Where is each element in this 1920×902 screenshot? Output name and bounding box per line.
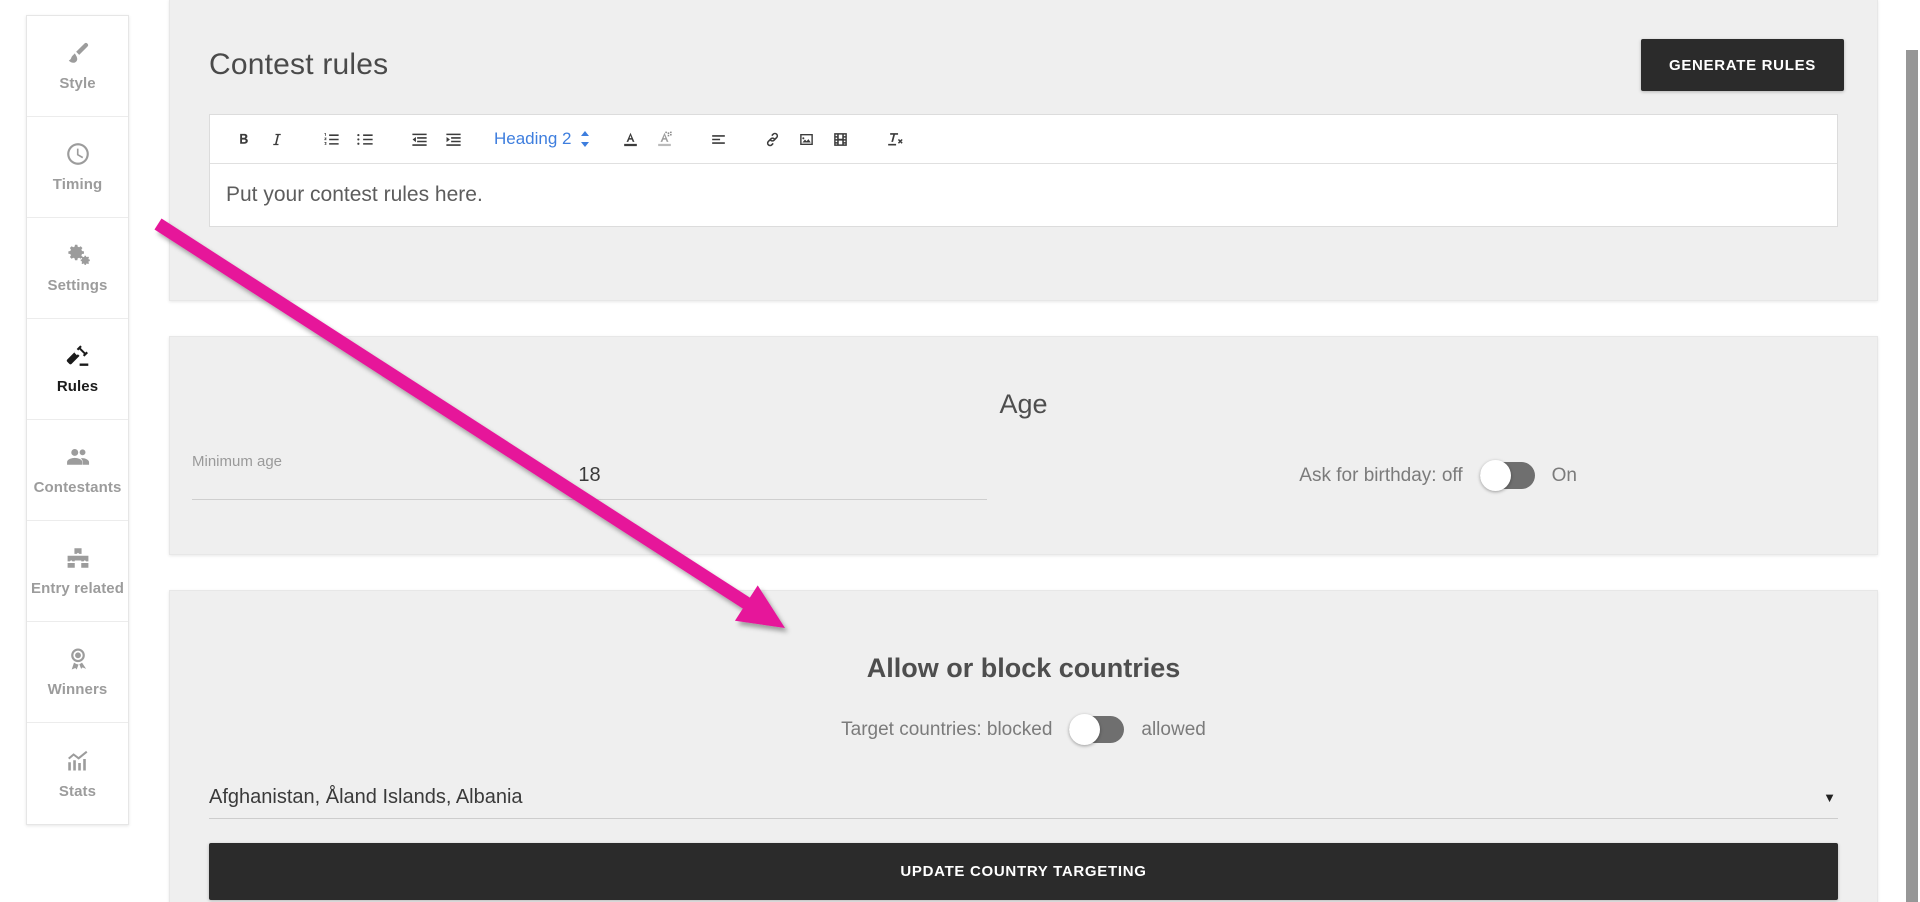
country-select-value: Afghanistan, Åland Islands, Albania (209, 786, 523, 808)
gavel-icon (65, 343, 91, 369)
sidebar-item-label: Entry related (31, 580, 124, 597)
countries-card: Allow or block countries Target countrie… (169, 590, 1878, 902)
chevron-down-icon: ▼ (1823, 790, 1836, 805)
award-icon (65, 646, 91, 672)
sidebar-item-settings[interactable]: Settings (27, 218, 128, 319)
link-icon[interactable] (756, 122, 790, 156)
ask-for-birthday-label: Ask for birthday: off (1299, 464, 1463, 486)
sidebar-item-timing[interactable]: Timing (27, 117, 128, 218)
video-icon[interactable] (824, 122, 858, 156)
ask-for-birthday-toggle[interactable] (1479, 460, 1535, 491)
clock-icon (65, 141, 91, 167)
scrollbar-thumb[interactable] (1906, 50, 1918, 902)
unordered-list-icon[interactable] (348, 122, 382, 156)
sidebar-item-label: Timing (52, 176, 103, 193)
contest-rules-card: Contest rules GENERATE RULES Heading 2 P… (169, 0, 1878, 301)
update-country-targeting-button[interactable]: UPDATE COUNTRY TARGETING (209, 843, 1838, 900)
chevron-updown-icon (580, 131, 590, 147)
sidebar-item-label: Style (59, 75, 96, 92)
highlight-color-icon[interactable] (648, 122, 682, 156)
target-countries-row: Target countries: blocked allowed (170, 714, 1877, 745)
clear-format-icon[interactable] (878, 122, 912, 156)
sidebar-item-label: Winners (47, 681, 108, 698)
sidebar-item-stats[interactable]: Stats (27, 723, 128, 824)
minimum-age-input[interactable] (192, 452, 987, 498)
sidebar-item-label: Stats (58, 782, 97, 800)
outdent-icon[interactable] (402, 122, 436, 156)
image-icon[interactable] (790, 122, 824, 156)
brush-icon (65, 40, 91, 66)
rich-text-editor: Heading 2 Put your contest rules here. (209, 114, 1838, 227)
sidebar-item-contestants[interactable]: Contestants (27, 420, 128, 521)
countries-section-title: Allow or block countries (866, 653, 1181, 683)
ask-for-birthday-on-label: On (1551, 464, 1577, 486)
main-content: Contest rules GENERATE RULES Heading 2 P… (169, 0, 1878, 902)
heading-level-label: Heading 2 (494, 129, 572, 148)
ask-for-birthday-row: Ask for birthday: off On (1299, 460, 1577, 491)
age-row: Minimum age Ask for birthday: off On (170, 420, 1877, 530)
italic-icon[interactable] (260, 122, 294, 156)
ordered-list-icon[interactable] (314, 122, 348, 156)
boxes-icon (65, 545, 91, 571)
bar-chart-icon (65, 748, 91, 774)
age-card: Age Minimum age Ask for birthday: off On (169, 336, 1878, 555)
generate-rules-button[interactable]: GENERATE RULES (1640, 39, 1844, 91)
editor-content-area[interactable]: Put your contest rules here. (210, 164, 1837, 226)
page-title: Contest rules (209, 48, 389, 81)
sidebar-item-rules[interactable]: Rules (27, 319, 128, 420)
text-color-icon[interactable] (614, 122, 648, 156)
sidebar: Style Timing Settings Rules Contestants (26, 15, 129, 825)
sidebar-item-label: Rules (56, 378, 99, 395)
age-section-title: Age (999, 389, 1048, 419)
sidebar-item-entry-related[interactable]: Entry related (27, 521, 128, 622)
indent-icon[interactable] (436, 122, 470, 156)
sidebar-item-winners[interactable]: Winners (27, 622, 128, 723)
app-root: Style Timing Settings Rules Contestants (0, 0, 1920, 902)
toggle-knob (1479, 460, 1511, 491)
align-icon[interactable] (702, 122, 736, 156)
editor-placeholder: Put your contest rules here. (226, 183, 483, 206)
bold-icon[interactable] (226, 122, 260, 156)
contest-rules-header: Contest rules GENERATE RULES (170, 0, 1877, 102)
target-countries-toggle[interactable] (1069, 714, 1125, 745)
editor-toolbar: Heading 2 (210, 115, 1837, 164)
target-countries-label: Target countries: blocked (841, 718, 1053, 740)
gears-icon (65, 242, 91, 268)
country-select[interactable]: Afghanistan, Åland Islands, Albania ▼ (209, 777, 1838, 819)
minimum-age-field[interactable] (192, 452, 987, 500)
sidebar-item-label: Contestants (33, 479, 122, 496)
people-icon (65, 444, 91, 470)
sidebar-item-label: Settings (47, 277, 108, 294)
page-scrollbar[interactable] (1903, 0, 1920, 902)
heading-level-select[interactable]: Heading 2 (490, 129, 594, 149)
toggle-knob (1069, 714, 1101, 745)
target-countries-allowed-label: allowed (1141, 718, 1206, 740)
sidebar-item-style[interactable]: Style (27, 16, 128, 117)
